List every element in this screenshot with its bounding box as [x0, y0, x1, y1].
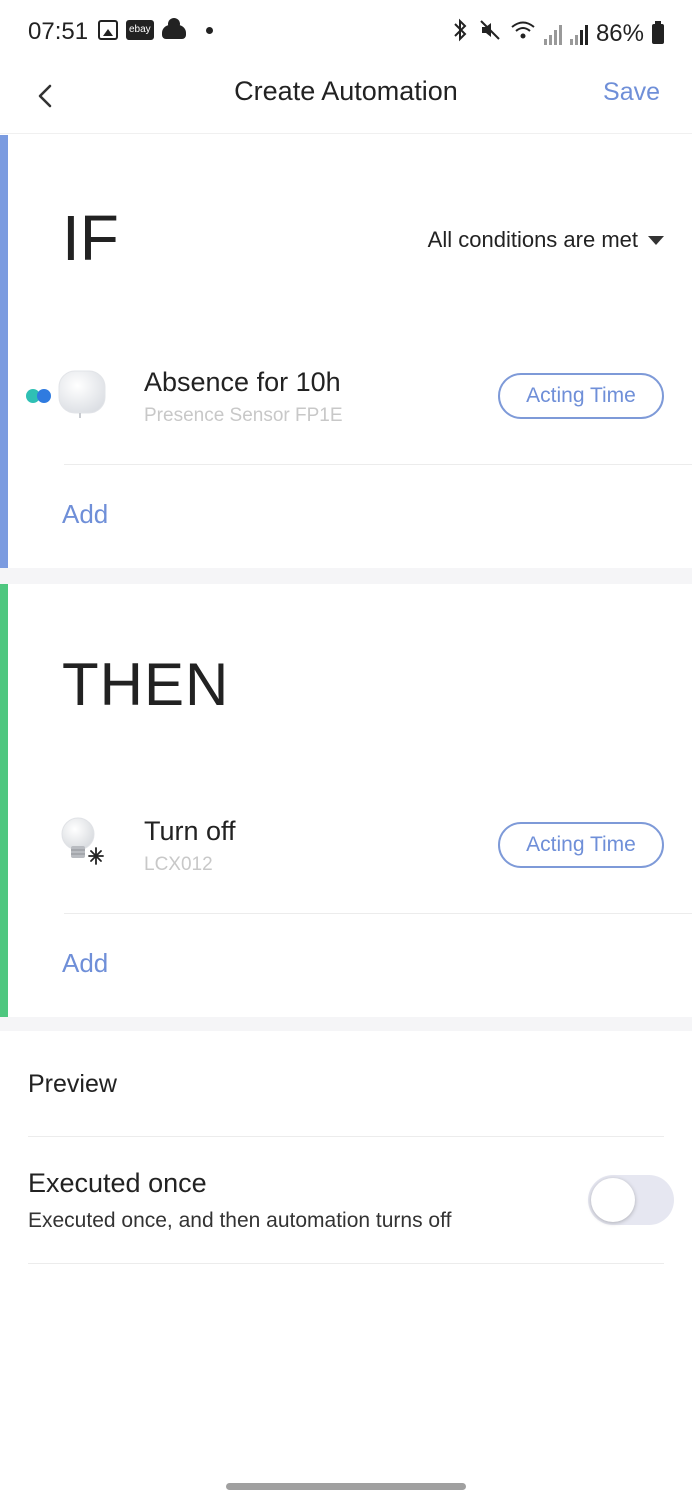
- signal-2-icon: [569, 23, 588, 45]
- acting-time-button[interactable]: Acting Time: [498, 822, 664, 868]
- then-section: THEN Turn off LCX012 Acting Time Add: [0, 584, 692, 1017]
- action-item[interactable]: Turn off LCX012 Acting Time: [0, 796, 692, 896]
- ebay-icon: ebay: [126, 20, 154, 40]
- section-separator: [0, 568, 692, 584]
- battery-icon: [652, 20, 664, 44]
- divider: [28, 1136, 664, 1137]
- condition-title: Absence for 10h: [144, 367, 341, 397]
- then-heading: THEN: [62, 651, 230, 718]
- if-heading: IF: [62, 202, 119, 274]
- acting-time-button[interactable]: Acting Time: [498, 373, 664, 419]
- home-indicator[interactable]: [226, 1483, 466, 1490]
- create-automation-screen: 07:51 ebay 86% Create Automation Save IF…: [0, 0, 692, 1500]
- signal-1-icon: [543, 23, 562, 45]
- mute-icon: [478, 18, 502, 49]
- add-condition-button[interactable]: Add: [62, 499, 108, 530]
- if-section: IF All conditions are met Absence for 10…: [0, 135, 692, 568]
- add-action-button[interactable]: Add: [62, 948, 108, 979]
- status-bar: 07:51 ebay 86%: [0, 0, 692, 64]
- divider: [28, 1263, 664, 1264]
- cloud-icon: [161, 18, 186, 39]
- condition-mode-dropdown[interactable]: All conditions are met: [428, 227, 664, 253]
- bluetooth-icon: [450, 18, 470, 49]
- toggle-knob: [591, 1178, 635, 1222]
- condition-mode-label: All conditions are met: [427, 227, 638, 252]
- caret-down-icon: [648, 235, 664, 245]
- divider: [64, 913, 692, 914]
- gallery-icon: [98, 20, 118, 40]
- action-device: LCX012: [144, 854, 213, 875]
- presence-sensor-icon: [56, 367, 108, 419]
- condition-device: Presence Sensor FP1E: [144, 405, 343, 426]
- save-button[interactable]: Save: [603, 78, 660, 107]
- executed-once-title: Executed once: [28, 1168, 207, 1198]
- divider: [64, 464, 692, 465]
- notification-icons: ebay: [98, 18, 213, 40]
- wifi-icon: [510, 18, 536, 49]
- section-separator: [0, 1017, 692, 1031]
- action-title: Turn off: [144, 816, 236, 846]
- preview-row[interactable]: Preview: [28, 1070, 117, 1099]
- app-header: Create Automation Save: [0, 64, 692, 134]
- light-bulb-icon: [56, 816, 108, 868]
- battery-percentage: 86%: [595, 19, 644, 47]
- executed-once-description: Executed once, and then automation turns…: [28, 1209, 452, 1232]
- page-title: Create Automation: [234, 76, 458, 106]
- more-notifications-dot-icon: [205, 26, 213, 34]
- condition-item[interactable]: Absence for 10h Presence Sensor FP1E Act…: [0, 347, 692, 447]
- status-time: 07:51: [28, 18, 89, 45]
- executed-once-toggle[interactable]: [588, 1175, 674, 1225]
- system-icons: 86%: [450, 18, 664, 49]
